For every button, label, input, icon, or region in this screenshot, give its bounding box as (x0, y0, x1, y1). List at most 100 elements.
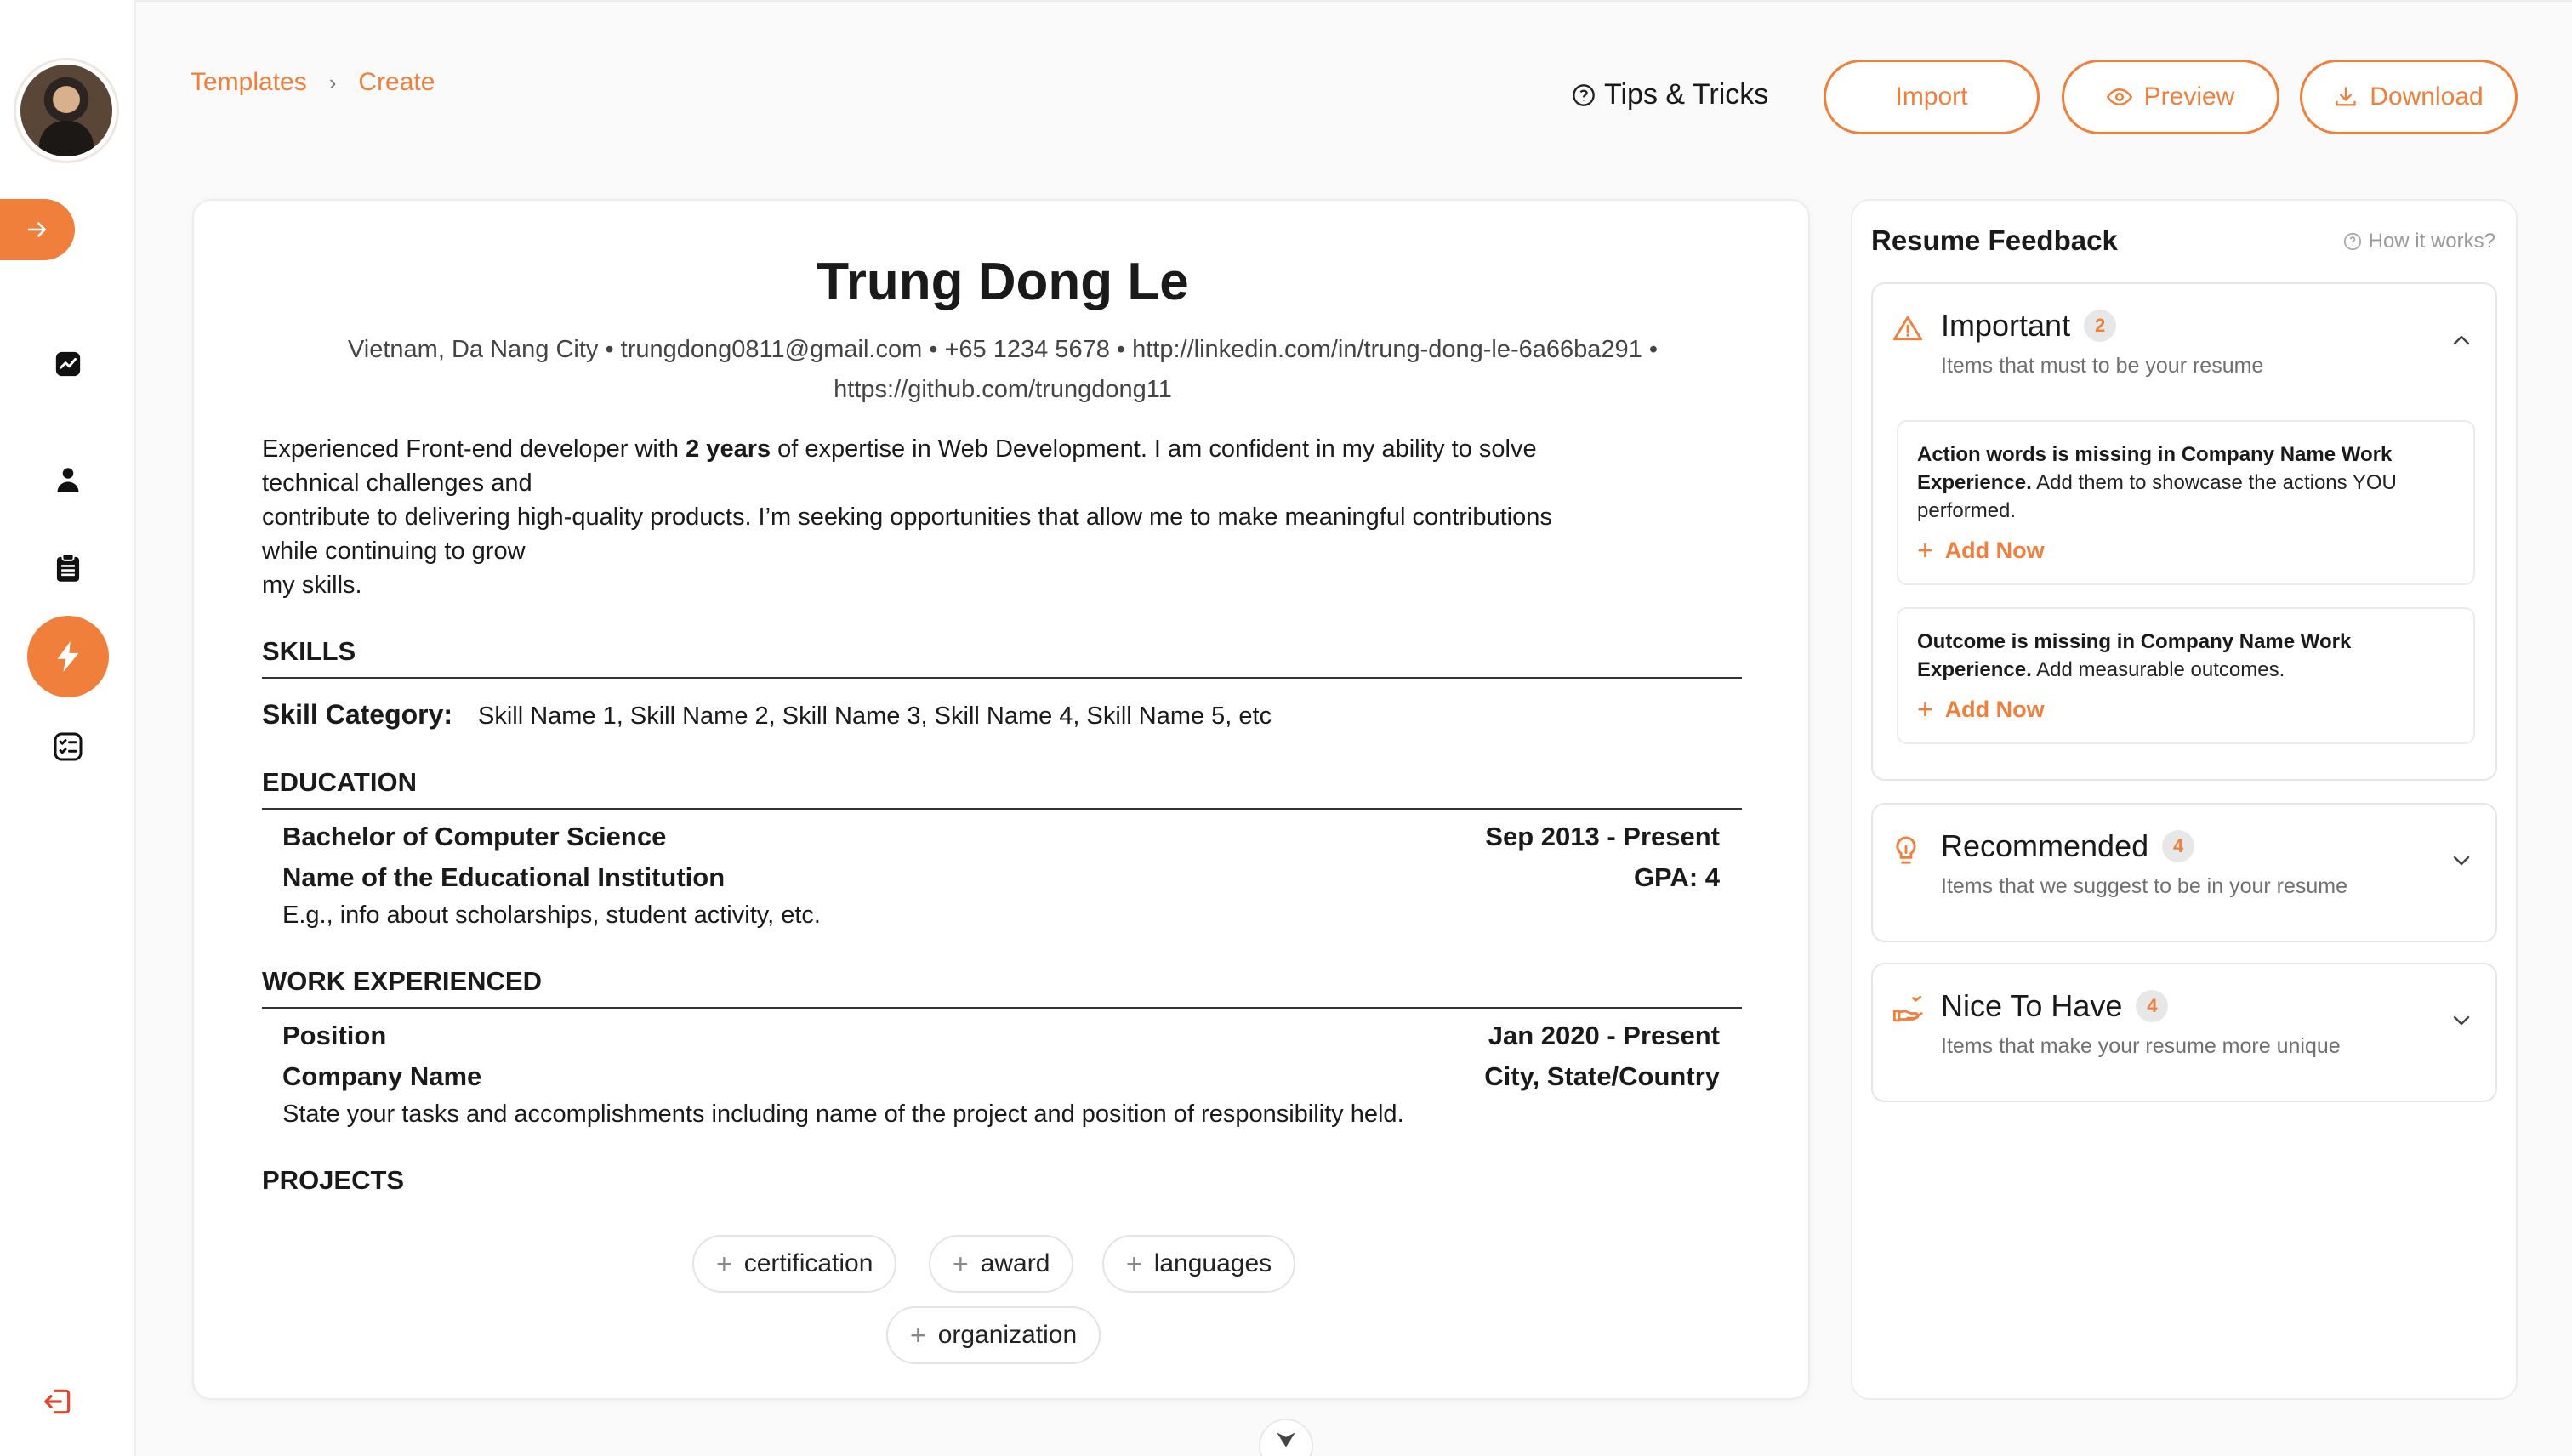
add-now-label: Add Now (1944, 537, 2045, 563)
breadcrumb-create[interactable]: Create (358, 68, 435, 97)
nice-to-have-group[interactable]: Nice To Have 4 Items that make your resu… (1871, 963, 2497, 1102)
skill-category[interactable]: Skill Category: (262, 699, 452, 731)
education-gpa[interactable]: GPA: 4 (1634, 862, 1720, 893)
tips-and-tricks-link[interactable]: Tips & Tricks (1572, 78, 1768, 111)
recommended-header[interactable]: Recommended 4 (1941, 828, 2195, 864)
chevron-down-icon[interactable] (2451, 1014, 2472, 1027)
work-description[interactable]: State your tasks and accomplishments inc… (282, 1101, 1404, 1129)
add-organization-button[interactable]: + organization (886, 1306, 1101, 1364)
lightbulb-circle-icon (1573, 83, 1595, 106)
download-button[interactable]: Download (2300, 60, 2518, 134)
nice-header[interactable]: Nice To Have 4 (1941, 988, 2169, 1024)
arrow-right-icon (27, 222, 46, 237)
breadcrumb-templates[interactable]: Templates (191, 68, 307, 97)
education-heading[interactable]: EDUCATION (262, 767, 1742, 810)
chevron-up-icon[interactable] (2451, 333, 2472, 347)
work-company[interactable]: Company Name (282, 1061, 481, 1092)
download-label: Download (2370, 82, 2484, 111)
top-border (0, 0, 2572, 2)
hand-heart-icon (1893, 995, 1923, 1022)
important-header[interactable]: Important 2 (1941, 308, 2117, 344)
plus-icon: + (1917, 694, 1933, 725)
important-group: Important 2 Items that must to be your r… (1871, 282, 2497, 781)
sidebar-item-dashboard[interactable] (48, 344, 88, 384)
nice-title: Nice To Have (1941, 988, 2123, 1023)
resume-name[interactable]: Trung Dong Le (194, 252, 1812, 312)
bolt-icon (57, 641, 79, 672)
issue-card: Action words is missing in Company Name … (1897, 420, 2475, 585)
plus-icon: + (1917, 535, 1933, 566)
skills-heading[interactable]: SKILLS (262, 636, 1742, 679)
add-now-button[interactable]: + Add Now (1917, 696, 2455, 724)
expand-sidebar-button[interactable] (0, 199, 75, 260)
issue-text: Action words is missing in Company Name … (1917, 441, 2455, 525)
import-label: Import (1895, 82, 1968, 111)
projects-heading[interactable]: PROJECTS (262, 1165, 404, 1196)
nice-subtitle: Items that make your resume more unique (1941, 1034, 2341, 1058)
recommended-title: Recommended (1941, 828, 2149, 863)
download-icon (2336, 87, 2356, 106)
work-position[interactable]: Position (282, 1021, 386, 1051)
logout-icon (44, 1389, 71, 1414)
resume-feedback-panel: Resume Feedback How it works? Important … (1851, 199, 2518, 1400)
sidebar-item-profile[interactable] (48, 459, 88, 500)
resume-editor: Trung Dong Le Vietnam, Da Nang City • tr… (192, 199, 1810, 1400)
how-it-works-link[interactable]: How it works? (2343, 230, 2495, 253)
chip-label: award (980, 1249, 1050, 1277)
education-institution[interactable]: Name of the Educational Institution (282, 862, 725, 893)
summary-years: 2 years (686, 435, 771, 463)
avatar-photo (20, 65, 112, 156)
breadcrumb: Templates › Create (191, 68, 435, 97)
important-subtitle: Items that must to be your resume (1941, 354, 2264, 378)
issue-detail: Add measurable outcomes. (2031, 658, 2285, 681)
issue-text: Outcome is missing in Company Name Work … (1917, 628, 2455, 684)
how-label: How it works? (2368, 230, 2495, 253)
scroll-down-button[interactable] (1259, 1419, 1313, 1456)
education-info[interactable]: E.g., info about scholarships, student a… (282, 901, 821, 930)
sidebar-item-logout[interactable] (37, 1381, 78, 1422)
contact-line-2: https://github.com/trungdong11 (834, 376, 1172, 403)
summary-line-2: technical challenges and (262, 469, 532, 497)
skill-items[interactable]: Skill Name 1, Skill Name 2, Skill Name 3… (478, 702, 1272, 731)
checklist-icon (54, 732, 83, 761)
recommended-group[interactable]: Recommended 4 Items that we suggest to b… (1871, 803, 2497, 942)
add-languages-button[interactable]: + languages (1102, 1235, 1296, 1293)
work-location[interactable]: City, State/Country (1484, 1061, 1720, 1092)
education-degree[interactable]: Bachelor of Computer Science (282, 822, 666, 852)
summary-post: of expertise in Web Development. I am co… (771, 435, 1537, 463)
help-circle-icon (2343, 232, 2361, 251)
add-now-button[interactable]: + Add Now (1917, 537, 2455, 565)
plus-icon: + (953, 1248, 969, 1279)
lightbulb-icon (1896, 836, 1916, 864)
resume-contact[interactable]: Vietnam, Da Nang City • trungdong0811@gm… (262, 330, 1744, 410)
contact-line-1: Vietnam, Da Nang City • trungdong0811@gm… (347, 336, 1659, 363)
sidebar-item-builder[interactable] (27, 616, 109, 697)
add-certification-button[interactable]: + certification (692, 1235, 897, 1293)
work-heading[interactable]: WORK EXPERIENCED (262, 966, 1742, 1009)
eye-icon (2106, 88, 2132, 106)
summary-line-3: contribute to delivering high-quality pr… (262, 503, 1552, 531)
chip-label: organization (937, 1321, 1078, 1349)
tips-label: Tips & Tricks (1604, 78, 1769, 111)
education-dates[interactable]: Sep 2013 - Present (1485, 822, 1720, 852)
important-title: Important (1941, 308, 2071, 343)
work-dates[interactable]: Jan 2020 - Present (1488, 1021, 1720, 1051)
chart-icon (55, 351, 81, 377)
import-button[interactable]: Import (1824, 60, 2040, 134)
avatar[interactable] (14, 58, 119, 163)
sidebar-item-resumes[interactable] (48, 548, 88, 589)
issue-card: Outcome is missing in Company Name Work … (1897, 607, 2475, 744)
chevron-down-icon[interactable] (2451, 854, 2472, 867)
plus-icon: + (716, 1248, 732, 1279)
resume-summary[interactable]: Experienced Front-end developer with 2 y… (262, 432, 1742, 602)
user-icon (57, 468, 79, 492)
feedback-title: Resume Feedback (1871, 225, 2118, 256)
plus-icon: + (1126, 1248, 1142, 1279)
preview-label: Preview (2143, 82, 2235, 111)
sidebar-item-checklist[interactable] (48, 726, 88, 767)
plus-icon: + (910, 1319, 926, 1351)
add-award-button[interactable]: + award (929, 1235, 1074, 1293)
preview-button[interactable]: Preview (2062, 60, 2279, 134)
clipboard-icon (56, 554, 80, 582)
chevron-right-icon: › (328, 69, 337, 95)
